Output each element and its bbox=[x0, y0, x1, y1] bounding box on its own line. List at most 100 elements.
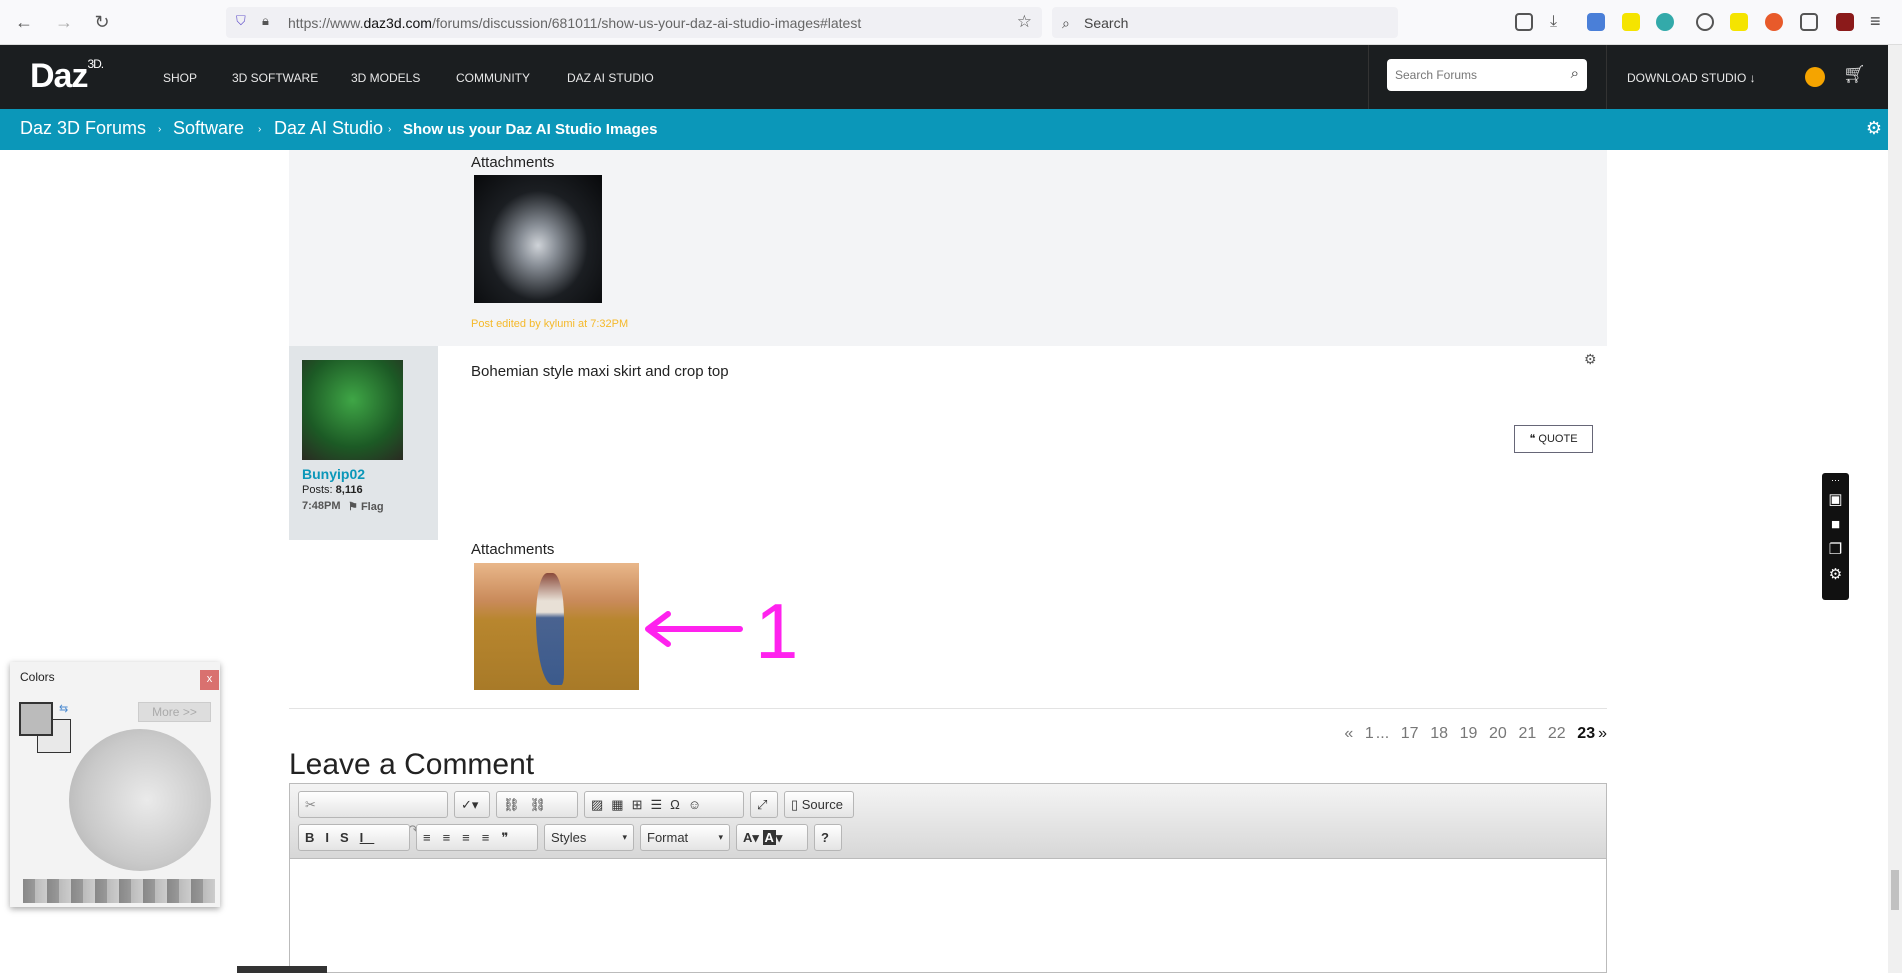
scrollbar[interactable] bbox=[1888, 45, 1902, 973]
account-icon[interactable] bbox=[1696, 13, 1714, 31]
color-palette[interactable] bbox=[23, 879, 215, 903]
daz-logo[interactable]: Daz3D. bbox=[30, 57, 104, 96]
search-icon[interactable]: ⌕ bbox=[1571, 65, 1579, 82]
settings-icon[interactable]: ⚙ bbox=[1822, 562, 1849, 587]
pocket-icon[interactable] bbox=[1515, 13, 1533, 31]
background-window-strip bbox=[237, 966, 327, 973]
reload-icon[interactable]: ↻ bbox=[90, 10, 114, 34]
insert-group[interactable]: ▨▦⊞☰Ω☺ bbox=[584, 791, 744, 818]
breadcrumb-software[interactable]: Software bbox=[173, 118, 244, 139]
cart-icon[interactable]: 🛒︎ bbox=[1843, 64, 1866, 85]
extensions-icon[interactable] bbox=[1800, 13, 1818, 31]
extension-zoom2-icon[interactable] bbox=[1730, 13, 1748, 31]
page-ellipsis: ... bbox=[1375, 725, 1390, 742]
editor-body[interactable] bbox=[290, 860, 1606, 972]
url-path: /forums/discussion/681011/show-us-your-d… bbox=[431, 15, 862, 31]
scrollbar-thumb[interactable] bbox=[1891, 870, 1899, 910]
browser-search[interactable]: ⌕ Search bbox=[1052, 7, 1398, 38]
breadcrumb-current: Show us your Daz AI Studio Images bbox=[403, 121, 658, 138]
duckduckgo-icon[interactable] bbox=[1765, 13, 1783, 31]
download-icon[interactable]: ⤓ bbox=[1550, 13, 1568, 31]
post-body: Bohemian style maxi skirt and crop top bbox=[471, 363, 729, 380]
link-group[interactable]: ⛓⛓⚑ bbox=[496, 791, 578, 837]
username[interactable]: Bunyip02 bbox=[302, 466, 365, 482]
nav-3d-models[interactable]: 3D MODELS bbox=[351, 71, 420, 85]
author-sidebar: Bunyip02 Posts: 8,116 7:48PM ⚑ Flag bbox=[289, 346, 438, 540]
attachment-thumbnail-ghost[interactable] bbox=[474, 175, 602, 303]
menu-icon[interactable]: ≡ bbox=[1870, 11, 1881, 32]
ublock-icon[interactable] bbox=[1836, 13, 1854, 31]
color-wheel[interactable] bbox=[69, 729, 211, 871]
browser-toolbar: ← → ↻ ⛉ 🔒︎ https://www.daz3d.com/forums/… bbox=[0, 0, 1902, 45]
back-icon[interactable]: ← bbox=[12, 10, 36, 34]
page-next[interactable]: » bbox=[1598, 725, 1607, 742]
nav-community[interactable]: COMMUNITY bbox=[456, 71, 530, 85]
breadcrumb-forums[interactable]: Daz 3D Forums bbox=[20, 118, 146, 139]
page-link[interactable]: 20 bbox=[1489, 725, 1507, 742]
nav-shop[interactable]: SHOP bbox=[163, 71, 197, 85]
url-domain: daz3d.com bbox=[363, 15, 432, 31]
color-buttons[interactable]: A▾ A ▾ bbox=[736, 824, 808, 851]
flag-link[interactable]: ⚑ Flag bbox=[348, 500, 384, 513]
clipboard-group[interactable]: ✂⎘▤▤▤↶↷ bbox=[298, 791, 448, 837]
forum-search-placeholder: Search Forums bbox=[1395, 68, 1478, 82]
address-bar[interactable]: ⛉ 🔒︎ https://www.daz3d.com/forums/discus… bbox=[226, 7, 1042, 38]
lock-icon: 🔒︎ bbox=[262, 13, 269, 28]
browser-search-placeholder: Search bbox=[1084, 15, 1129, 31]
post-time[interactable]: 7:48PM bbox=[302, 500, 341, 512]
forward-icon[interactable]: → bbox=[52, 10, 76, 34]
camera-icon[interactable]: ▣ bbox=[1822, 487, 1849, 512]
forum-search-input[interactable]: Search Forums ⌕ bbox=[1387, 59, 1587, 91]
colors-title: Colors bbox=[20, 670, 55, 684]
bookmark-star-icon[interactable]: ☆ bbox=[1017, 12, 1032, 32]
page-current: 23 bbox=[1577, 725, 1596, 742]
comment-title: Leave a Comment bbox=[289, 748, 535, 781]
help-button[interactable]: ? bbox=[814, 824, 842, 851]
comment-editor: ✂⎘▤▤▤↶↷ ✓▾ ⛓⛓⚑ ▨▦⊞☰Ω☺ ⤢ ▯ Source BISI ≡≡… bbox=[289, 783, 1607, 973]
source-button[interactable]: ▯ Source bbox=[784, 791, 854, 818]
flag-icon: ⚑ bbox=[348, 501, 358, 513]
page-prev[interactable]: « bbox=[1344, 725, 1353, 742]
more-icon[interactable]: ⋯ bbox=[1822, 473, 1849, 487]
more-button[interactable]: More >> bbox=[138, 702, 211, 722]
extension-color-icon[interactable] bbox=[1656, 13, 1674, 31]
page-link[interactable]: 21 bbox=[1518, 725, 1536, 742]
pagination: « 1... 17 18 19 20 21 22 23» bbox=[1336, 725, 1607, 743]
nav-daz-ai-studio[interactable]: DAZ AI STUDIO bbox=[567, 71, 654, 85]
shield-icon: ⛉ bbox=[236, 13, 246, 28]
format-text-group[interactable]: BISI bbox=[298, 824, 410, 851]
styles-dropdown[interactable]: Styles ▾ bbox=[544, 824, 634, 851]
video-icon[interactable]: ■ bbox=[1822, 512, 1849, 537]
download-studio-link[interactable]: DOWNLOAD STUDIO ↓ bbox=[1627, 71, 1756, 85]
window-icon[interactable]: ❐ bbox=[1822, 537, 1849, 562]
page-link[interactable]: 1 bbox=[1365, 725, 1374, 742]
attachments-label: Attachments bbox=[471, 541, 555, 558]
page-link[interactable]: 18 bbox=[1430, 725, 1448, 742]
post-options-gear-icon[interactable]: ⚙ bbox=[1584, 351, 1597, 368]
url-prefix: https://www. bbox=[288, 15, 364, 31]
page-link[interactable]: 17 bbox=[1401, 725, 1419, 742]
breadcrumb-daz-ai-studio[interactable]: Daz AI Studio bbox=[274, 118, 383, 139]
primary-color[interactable] bbox=[19, 702, 53, 736]
post-edited-note: Post edited by kylumi at 7:32PM bbox=[471, 318, 629, 330]
close-button[interactable]: x bbox=[200, 670, 219, 690]
post-previous: Attachments Post edited by kylumi at 7:3… bbox=[289, 150, 1607, 346]
nav-3d-software[interactable]: 3D SOFTWARE bbox=[232, 71, 318, 85]
user-icon[interactable] bbox=[1805, 67, 1825, 87]
attachment-thumbnail-bohemian[interactable] bbox=[474, 563, 639, 690]
gear-icon[interactable]: ⚙ bbox=[1866, 118, 1882, 139]
search-icon: ⌕ bbox=[1062, 15, 1070, 31]
attachments-label: Attachments bbox=[471, 154, 555, 171]
swap-colors-icon[interactable]: ⇆ bbox=[59, 702, 68, 715]
quote-button[interactable]: ❝ QUOTE bbox=[1514, 425, 1593, 453]
page-link[interactable]: 19 bbox=[1460, 725, 1478, 742]
maximize-button[interactable]: ⤢ bbox=[750, 791, 778, 818]
list-group[interactable]: ≡≡≡≡❞ bbox=[416, 824, 538, 851]
spellcheck-button[interactable]: ✓▾ bbox=[454, 791, 490, 818]
avatar[interactable] bbox=[302, 360, 403, 460]
colors-panel: Colors x ⇆ More >> bbox=[10, 662, 220, 907]
extension-zoom-icon[interactable] bbox=[1622, 13, 1640, 31]
format-dropdown[interactable]: Format ▾ bbox=[640, 824, 730, 851]
page-link[interactable]: 22 bbox=[1548, 725, 1566, 742]
extension-doc-icon[interactable] bbox=[1587, 13, 1605, 31]
